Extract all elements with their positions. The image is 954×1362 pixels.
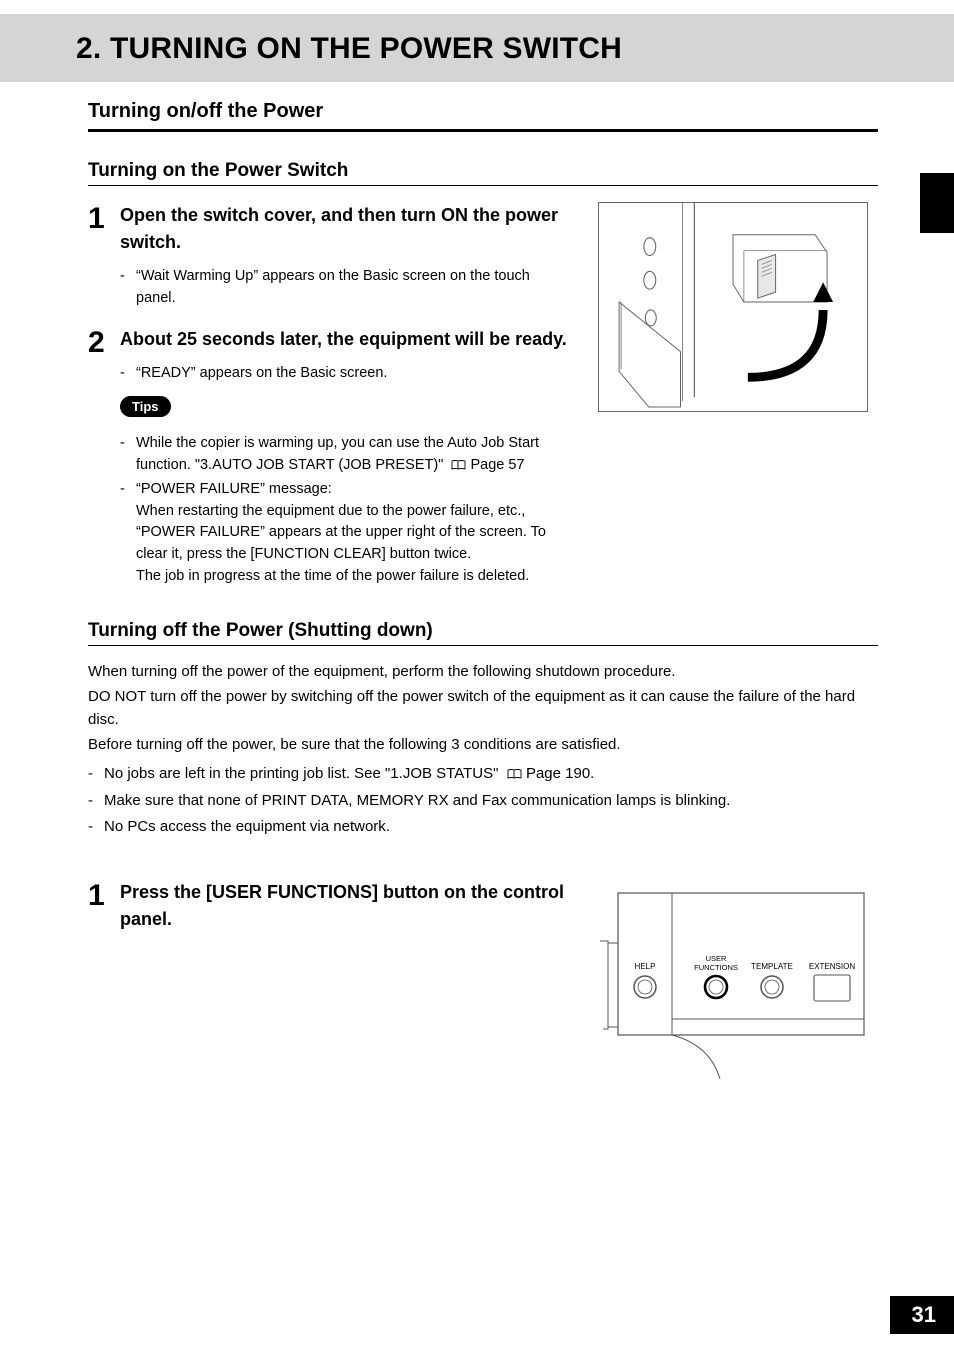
panel-label-functions: FUNCTIONS (694, 963, 738, 972)
chapter-title: 2. TURNING ON THE POWER SWITCH (76, 32, 930, 66)
panel-label-extension: EXTENSION (809, 962, 855, 971)
step-on-1: 1 Open the switch cover, and then turn O… (88, 202, 570, 310)
panel-label-template: TEMPLATE (751, 962, 793, 971)
section-heading-onoff: Turning on/off the Power (88, 100, 878, 132)
shutdown-conditions: - No jobs are left in the printing job l… (88, 761, 878, 840)
step-title: Press the [USER FUNCTIONS] button on the… (120, 879, 570, 933)
page-number: 31 (890, 1296, 954, 1334)
section-heading-turn-off: Turning off the Power (Shutting down) (88, 620, 878, 646)
list-item: - “READY” appears on the Basic screen. (120, 363, 570, 385)
step-title: About 25 seconds later, the equipment wi… (120, 326, 570, 353)
section-heading-turn-on: Turning on the Power Switch (88, 160, 878, 186)
step-on-2: 2 About 25 seconds later, the equipment … (88, 326, 570, 588)
step-number: 1 (88, 879, 120, 911)
list-item: - While the copier is warming up, you ca… (120, 433, 570, 479)
list-item: - “POWER FAILURE” message: When restarti… (120, 479, 570, 588)
figure-control-panel: HELP USER FUNCTIONS TEMPLATE EXTENSION (598, 863, 878, 1079)
figure-power-switch (598, 186, 878, 417)
book-icon (507, 763, 522, 789)
step-number: 1 (88, 202, 120, 234)
shutdown-intro: When turning off the power of the equipm… (88, 660, 878, 757)
step-title: Open the switch cover, and then turn ON … (120, 202, 570, 256)
chapter-title-bar: 2. TURNING ON THE POWER SWITCH (0, 14, 954, 82)
tips-badge: Tips (120, 396, 171, 417)
panel-label-user: USER (706, 954, 727, 963)
book-icon (451, 457, 466, 479)
step-number: 2 (88, 326, 120, 358)
step-off-1: 1 Press the [USER FUNCTIONS] button on t… (88, 879, 570, 933)
panel-label-help: HELP (635, 962, 656, 971)
list-item: - No jobs are left in the printing job l… (88, 761, 878, 789)
list-item: - “Wait Warming Up” appears on the Basic… (120, 266, 570, 310)
list-item: - Make sure that none of PRINT DATA, MEM… (88, 788, 878, 814)
page-edge-tab (920, 173, 954, 233)
list-item: - No PCs access the equipment via networ… (88, 814, 878, 840)
